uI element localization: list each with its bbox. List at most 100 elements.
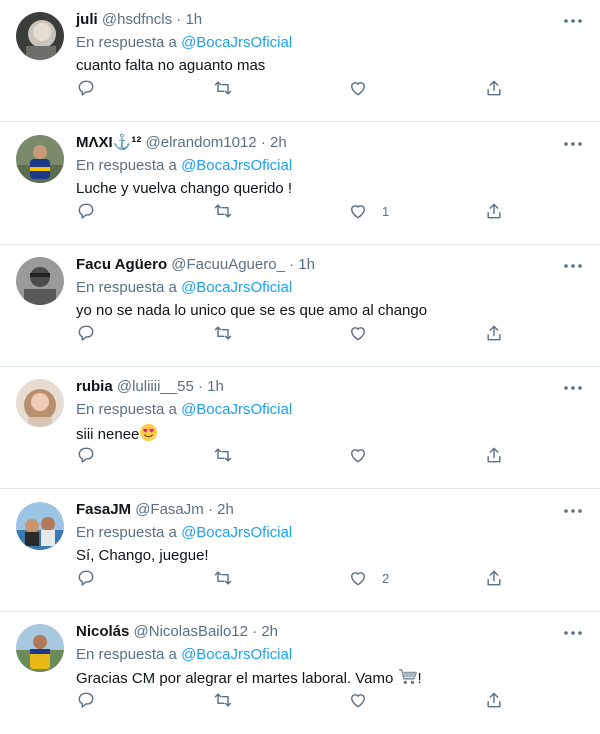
retweet-button[interactable]	[213, 78, 233, 98]
timestamp[interactable]: 2h	[270, 134, 287, 151]
reply-mention-link[interactable]: @BocaJrsOficial	[181, 524, 292, 541]
reply-button[interactable]	[76, 568, 96, 588]
tweet[interactable]: rubia @luliiii__55 · 1h En respuesta a @…	[0, 367, 600, 489]
heart-icon	[348, 690, 368, 710]
avatar[interactable]	[16, 379, 64, 427]
like-count: 1	[382, 203, 390, 219]
display-name[interactable]: Nicolás	[76, 623, 129, 640]
handle[interactable]: @luliiii__55	[117, 378, 194, 395]
display-name[interactable]: juli	[76, 11, 98, 28]
retweet-icon	[213, 201, 233, 221]
reply-icon	[76, 445, 96, 465]
reply-prefix: En respuesta a	[76, 157, 177, 174]
reply-icon	[76, 568, 96, 588]
reply-icon	[76, 201, 96, 221]
like-button[interactable]	[348, 323, 382, 343]
more-horizontal-icon[interactable]	[562, 14, 584, 28]
reply-button[interactable]	[76, 78, 96, 98]
more-horizontal-icon[interactable]	[562, 504, 584, 518]
tweet[interactable]: juli @hsdfncls · 1h En respuesta a @Boca…	[0, 0, 600, 122]
like-button[interactable]: 2	[348, 568, 389, 588]
retweet-button[interactable]	[213, 445, 233, 465]
retweet-icon	[213, 690, 233, 710]
handle[interactable]: @NicolasBailo12	[134, 623, 248, 640]
reply-prefix: En respuesta a	[76, 524, 177, 541]
reply-mention-link[interactable]: @BocaJrsOficial	[181, 401, 292, 418]
retweet-icon	[213, 445, 233, 465]
more-horizontal-icon[interactable]	[562, 381, 584, 395]
share-button[interactable]	[484, 201, 504, 221]
shopping-cart-emoji	[398, 668, 418, 692]
separator-dot: ·	[260, 134, 266, 151]
reply-mention-link[interactable]: @BocaJrsOficial	[181, 34, 292, 51]
separator-dot: ·	[207, 501, 213, 518]
tweet[interactable]: Facu Agüero @FacuuAguero_ · 1h En respue…	[0, 245, 600, 367]
tweet-text-suffix: !	[417, 670, 422, 687]
handle[interactable]: @elrandom1012	[146, 134, 257, 151]
share-button[interactable]	[484, 323, 504, 343]
share-button[interactable]	[484, 445, 504, 465]
display-name[interactable]: ΜΛΧI⚓¹²	[76, 134, 141, 151]
heart-icon	[348, 78, 368, 98]
like-button[interactable]: 1	[348, 201, 389, 221]
like-button[interactable]	[348, 690, 382, 710]
reply-prefix: En respuesta a	[76, 34, 177, 51]
heart-icon	[348, 568, 368, 588]
share-button[interactable]	[484, 690, 504, 710]
heart-icon	[348, 323, 368, 343]
retweet-button[interactable]	[213, 690, 233, 710]
timestamp[interactable]: 1h	[207, 378, 224, 395]
more-horizontal-icon[interactable]	[562, 626, 584, 640]
tweet-actions	[76, 78, 516, 98]
share-icon	[484, 201, 504, 221]
reply-button[interactable]	[76, 445, 96, 465]
share-icon	[484, 445, 504, 465]
share-icon	[484, 568, 504, 588]
avatar[interactable]	[16, 502, 64, 550]
handle[interactable]: @FasaJm	[135, 501, 204, 518]
avatar[interactable]	[16, 12, 64, 60]
retweet-icon	[213, 568, 233, 588]
retweet-button[interactable]	[213, 201, 233, 221]
timestamp[interactable]: 2h	[261, 623, 278, 640]
retweet-button[interactable]	[213, 568, 233, 588]
timestamp[interactable]: 1h	[185, 11, 202, 28]
tweet[interactable]: Nicolás @NicolasBailo12 · 2h En respuest…	[0, 612, 600, 734]
like-button[interactable]	[348, 445, 382, 465]
more-horizontal-icon[interactable]	[562, 137, 584, 151]
avatar[interactable]	[16, 624, 64, 672]
avatar[interactable]	[16, 135, 64, 183]
tweet[interactable]: ΜΛΧI⚓¹² @elrandom1012 · 2h En respuesta …	[0, 123, 600, 245]
retweet-button[interactable]	[213, 323, 233, 343]
share-button[interactable]	[484, 78, 504, 98]
tweet-text: Luche y vuelva chango querido !	[76, 180, 292, 197]
tweet[interactable]: FasaJM @FasaJm · 2h En respuesta a @Boca…	[0, 490, 600, 612]
more-horizontal-icon[interactable]	[562, 259, 584, 273]
reply-mention-link[interactable]: @BocaJrsOficial	[181, 279, 292, 296]
reply-button[interactable]	[76, 690, 96, 710]
share-button[interactable]	[484, 568, 504, 588]
reply-prefix: En respuesta a	[76, 279, 177, 296]
retweet-icon	[213, 78, 233, 98]
reply-mention-link[interactable]: @BocaJrsOficial	[181, 157, 292, 174]
display-name[interactable]: Facu Agüero	[76, 256, 167, 273]
handle[interactable]: @hsdfncls	[102, 11, 172, 28]
timestamp[interactable]: 1h	[298, 256, 315, 273]
reply-feed: juli @hsdfncls · 1h En respuesta a @Boca…	[0, 0, 600, 734]
share-icon	[484, 78, 504, 98]
reply-prefix: En respuesta a	[76, 646, 177, 663]
tweet-actions	[76, 690, 516, 710]
display-name[interactable]: FasaJM	[76, 501, 131, 518]
reply-button[interactable]	[76, 201, 96, 221]
separator-dot: ·	[197, 378, 203, 395]
avatar[interactable]	[16, 257, 64, 305]
like-button[interactable]	[348, 78, 382, 98]
tweet-text: Sí, Chango, juegue!	[76, 547, 209, 564]
reply-button[interactable]	[76, 323, 96, 343]
timestamp[interactable]: 2h	[217, 501, 234, 518]
reply-mention-link[interactable]: @BocaJrsOficial	[181, 646, 292, 663]
share-icon	[484, 323, 504, 343]
display-name[interactable]: rubia	[76, 378, 113, 395]
separator-dot: ·	[252, 623, 258, 640]
handle[interactable]: @FacuuAguero_	[171, 256, 285, 273]
